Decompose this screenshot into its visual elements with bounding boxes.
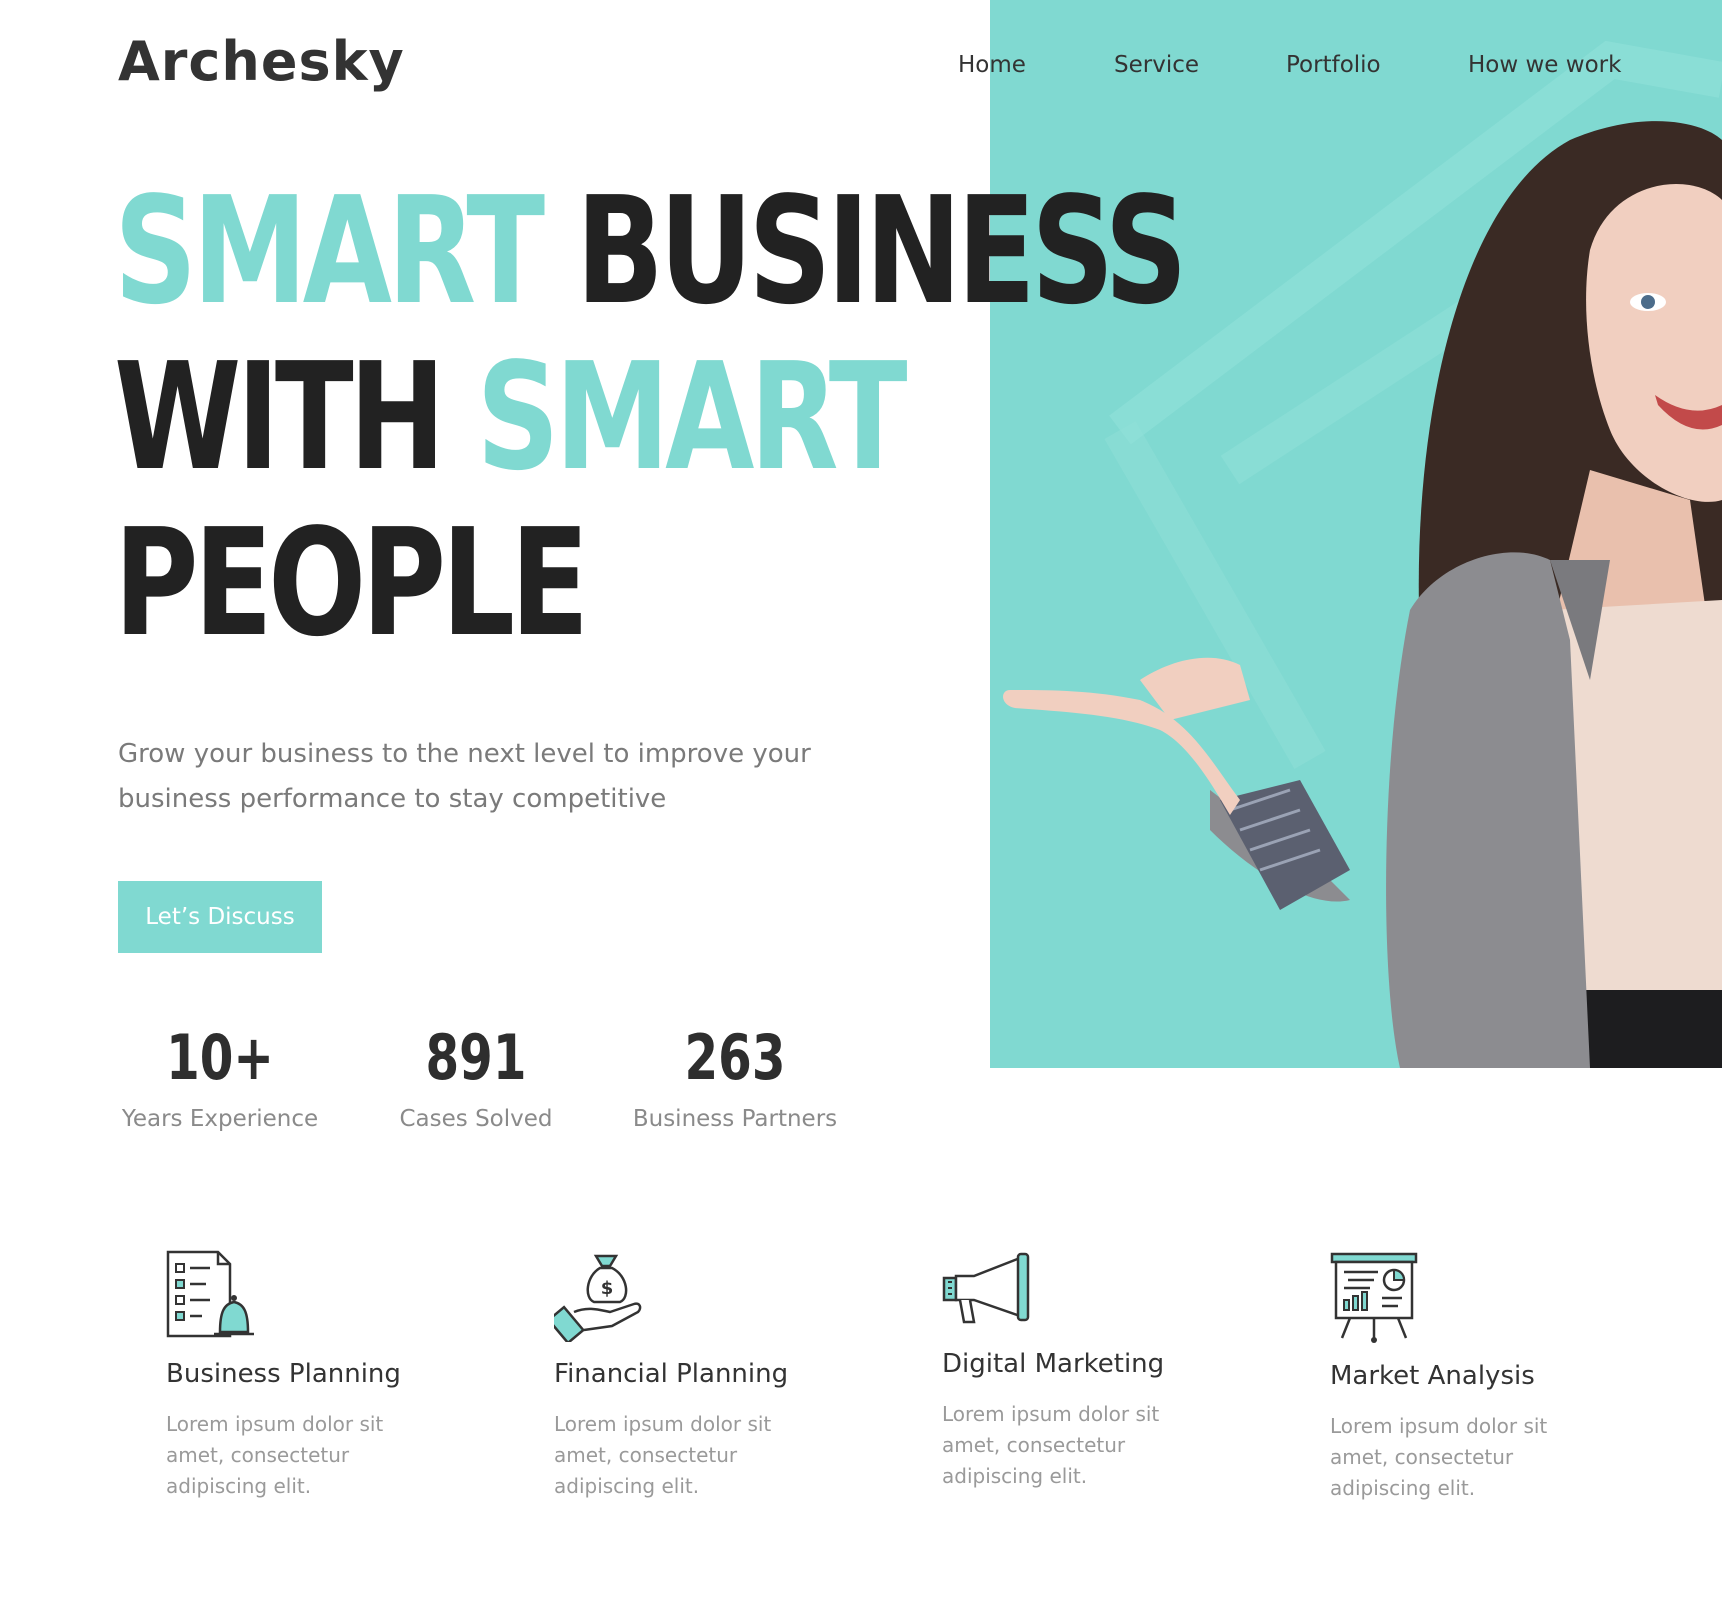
headline-word-with: WITH [114,331,446,503]
businesswoman-illustration [1003,40,1722,1068]
presentation-board-icon [1330,1252,1418,1344]
service-digital-marketing[interactable]: Digital Marketing Lorem ipsum dolor sit … [942,1252,1242,1492]
stat-value: 263 [684,1021,786,1094]
checklist-bell-icon [166,1250,254,1342]
stat-years-experience: 10+ Years Experience [108,1018,332,1132]
main-nav: Home Service Portfolio How we work [0,52,1722,92]
service-description: Lorem ipsum dolor sit amet, consectetur … [166,1412,384,1498]
stat-label: Business Partners [632,1106,838,1132]
service-financial-planning[interactable]: $ Financial Planning Lorem ipsum dolor s… [554,1250,794,1502]
nav-how-we-work[interactable]: How we work [1468,52,1621,78]
hero-subtitle-line-1: Grow your business to the next level to … [118,739,811,769]
stat-business-partners: 263 Business Partners [624,1018,846,1132]
stat-label: Cases Solved [399,1106,553,1132]
service-title: Business Planning [166,1359,401,1389]
hero-image [990,0,1722,1068]
nav-portfolio[interactable]: Portfolio [1286,52,1381,78]
service-title: Financial Planning [554,1359,789,1389]
nav-home[interactable]: Home [958,52,1026,78]
service-business-planning[interactable]: Business Planning Lorem ipsum dolor sit … [166,1250,466,1502]
megaphone-icon [942,1252,1030,1344]
headline-word-people: PEOPLE [114,497,589,669]
stat-value: 891 [425,1021,527,1094]
headline-word-smart-2: SMART [476,331,907,503]
money-bag-hand-icon: $ [554,1250,642,1342]
headline-word-smart: SMART [114,165,545,337]
stat-cases-solved: 891 Cases Solved [380,1018,572,1132]
headline-line-2: WITH SMART [114,331,908,503]
stat-label: Years Experience [121,1106,319,1132]
service-title: Market Analysis [1330,1361,1535,1391]
hero-headline: SMART BUSINESS WITH SMART PEOPLE [114,165,1188,666]
hero-subtitle-line-2: business performance to stay competitive [118,784,667,814]
lets-discuss-button[interactable]: Let’s Discuss [118,881,322,953]
headline-word-business: BUSINESS [575,165,1188,337]
service-title: Digital Marketing [942,1349,1165,1379]
svg-text:$: $ [601,1278,614,1299]
hero-subtitle: Grow your business to the next level to … [118,732,878,822]
service-description: Lorem ipsum dolor sit amet, consectetur … [554,1412,772,1498]
service-description: Lorem ipsum dolor sit amet, consectetur … [1330,1414,1548,1500]
headline-line-3: PEOPLE [114,500,800,666]
service-market-analysis[interactable]: Market Analysis Lorem ipsum dolor sit am… [1330,1252,1630,1504]
headline-line-1: SMART BUSINESS [114,165,1188,337]
service-description: Lorem ipsum dolor sit amet, consectetur … [942,1402,1160,1488]
stat-value: 10+ [166,1021,274,1094]
nav-service[interactable]: Service [1114,52,1199,78]
